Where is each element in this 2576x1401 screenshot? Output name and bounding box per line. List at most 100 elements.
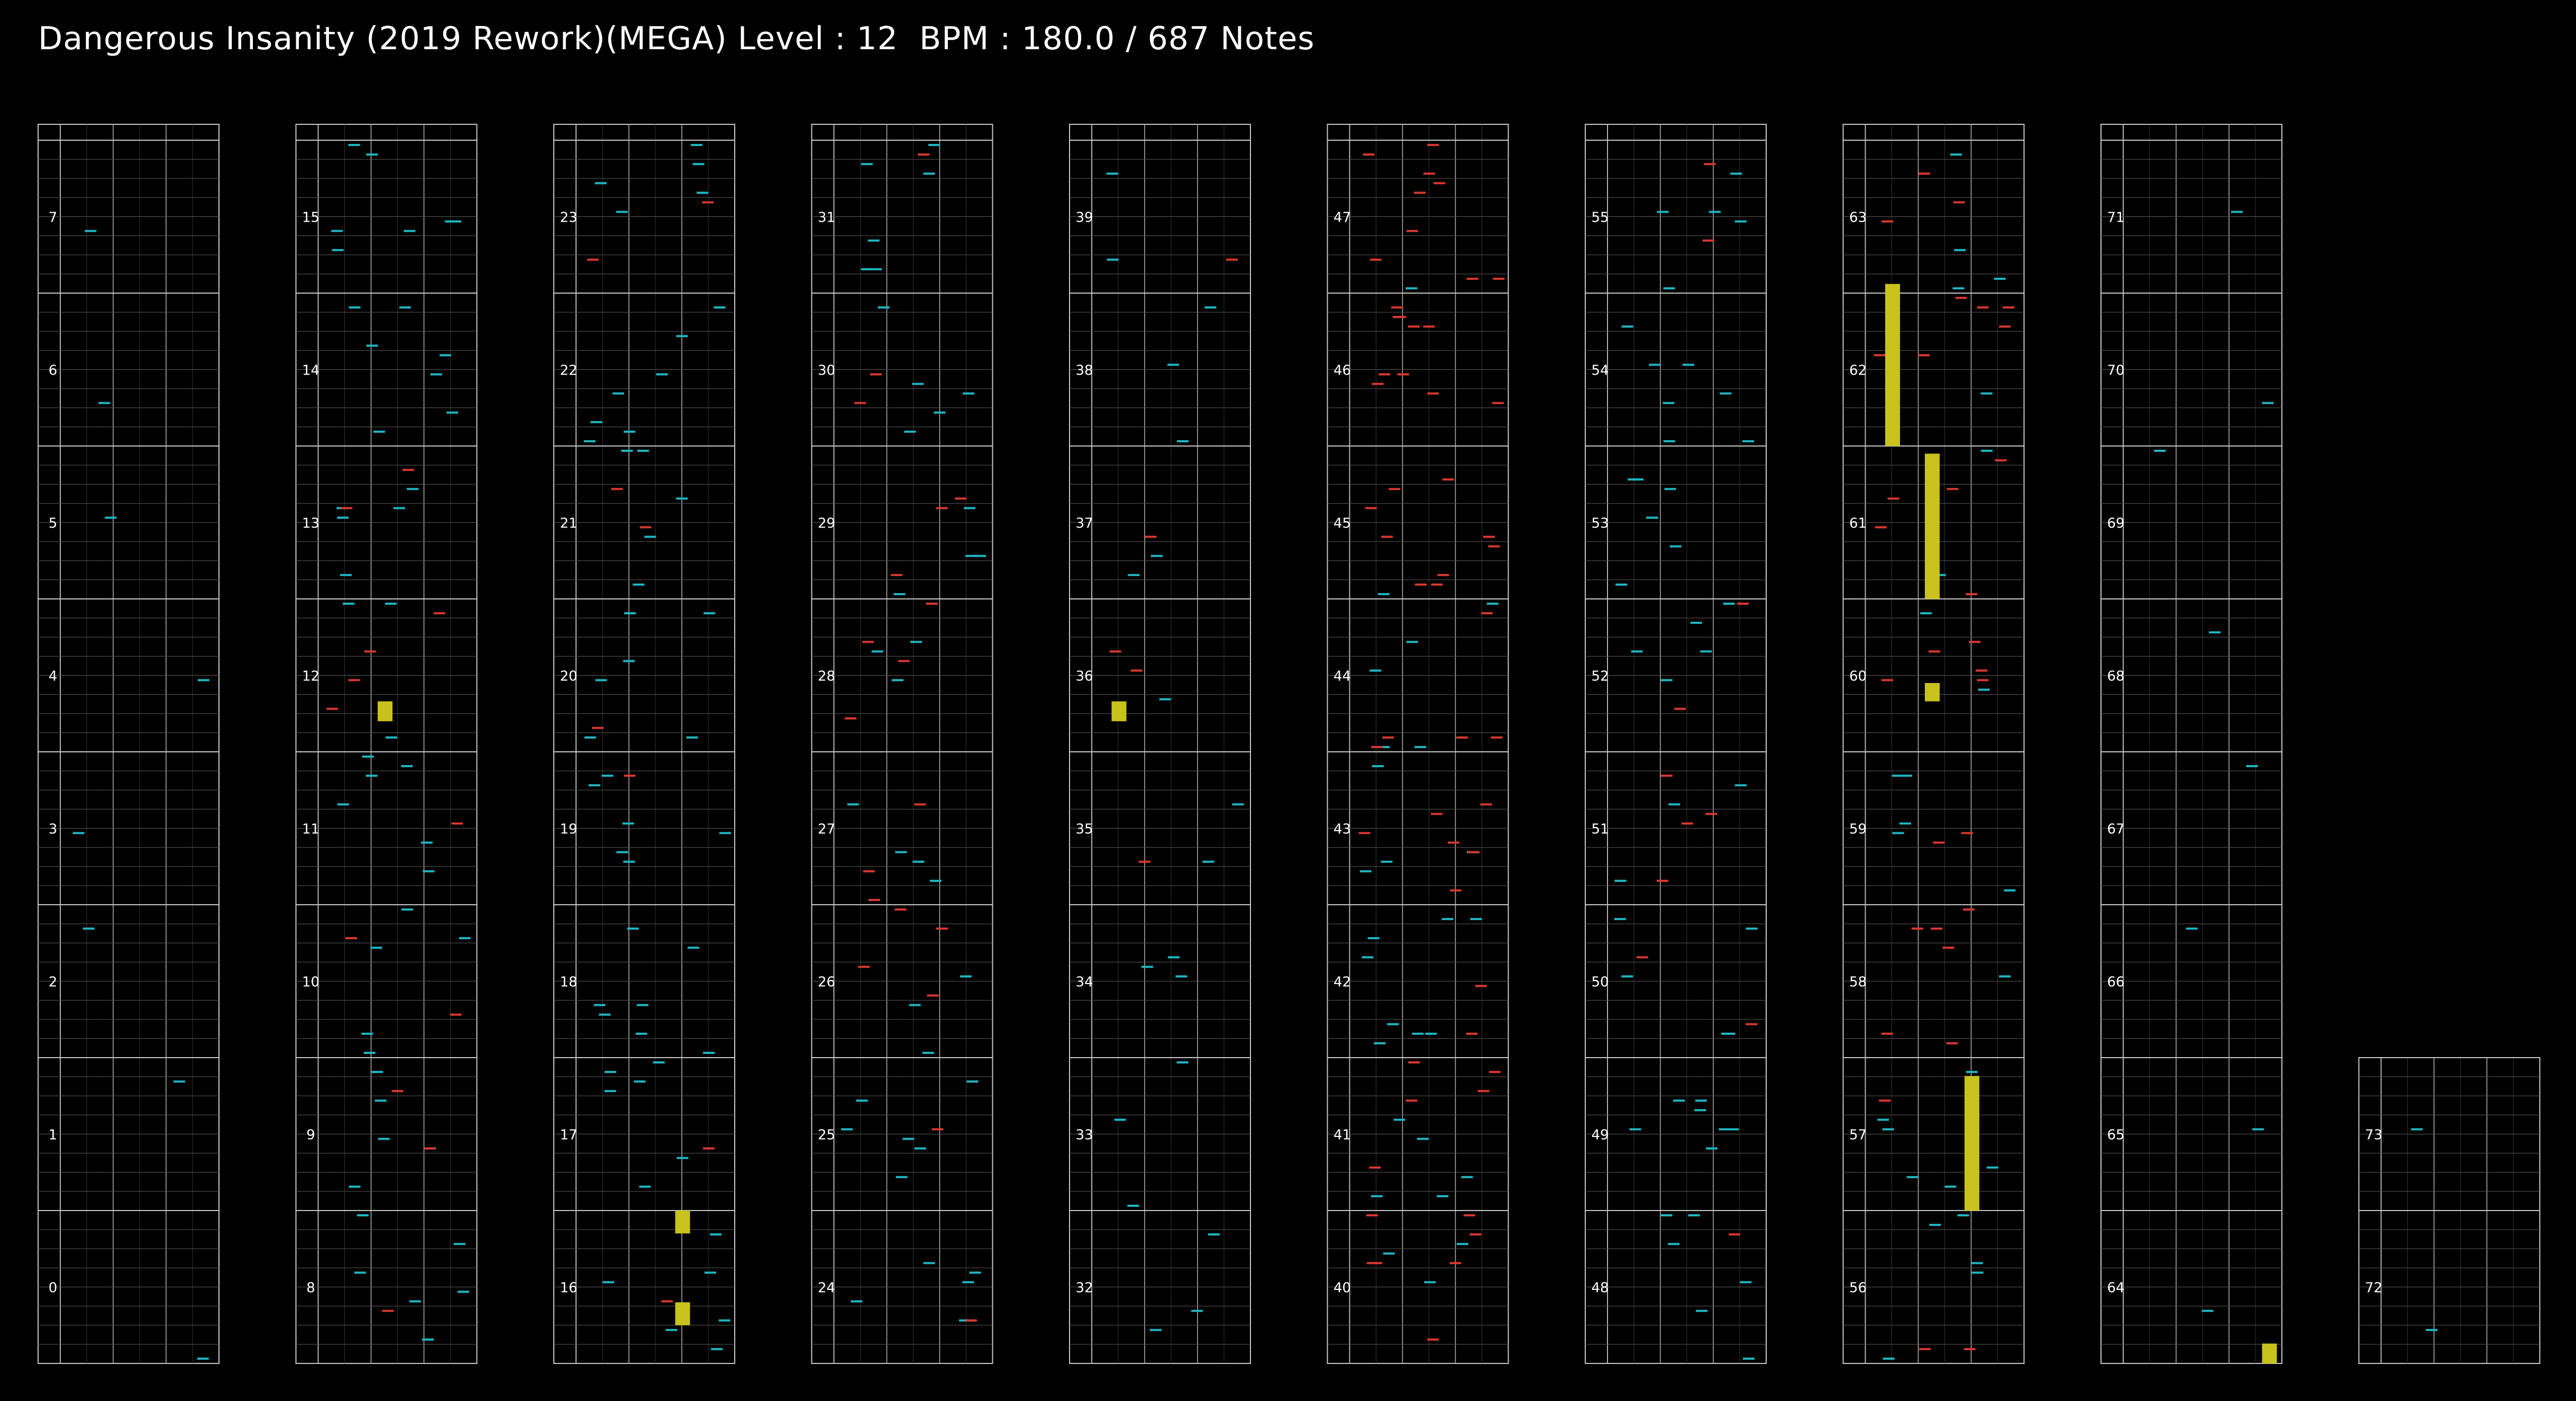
flick-note <box>1999 325 2011 328</box>
measure-number-label: 46 <box>1333 363 1351 379</box>
tap-note <box>969 1271 981 1274</box>
measure-number-label: 56 <box>1849 1280 1867 1296</box>
measure-number-label: 9 <box>306 1127 315 1143</box>
flick-note <box>1414 192 1426 194</box>
tap-note <box>711 1348 723 1350</box>
tap-note <box>1668 803 1680 806</box>
tap-note <box>362 756 374 758</box>
flick-note <box>1737 603 1749 605</box>
measure-number-label: 13 <box>302 516 319 532</box>
tap-note <box>966 1080 979 1083</box>
tap-note <box>371 1071 383 1074</box>
flick-note <box>1437 574 1449 576</box>
tap-note <box>349 1185 361 1188</box>
tap-note <box>1414 745 1427 748</box>
flick-note <box>1729 1233 1741 1236</box>
tap-note <box>1128 574 1140 576</box>
tap-note <box>964 507 976 510</box>
measure-number-label: 25 <box>818 1127 835 1143</box>
tap-note <box>1232 803 1244 806</box>
flick-note <box>1363 153 1375 156</box>
tap-note <box>604 1090 616 1093</box>
chart-column-frame <box>1327 124 1509 1364</box>
tap-note <box>373 430 385 433</box>
tap-note <box>1883 1357 1895 1360</box>
tap-note <box>366 153 378 156</box>
flick-note <box>1704 163 1716 166</box>
flick-note <box>1946 1042 1958 1044</box>
tap-note <box>2252 1128 2264 1131</box>
tap-note <box>677 1157 689 1159</box>
flick-note <box>868 898 880 901</box>
tap-note <box>1944 1185 1957 1188</box>
flick-note <box>341 507 353 510</box>
tap-note <box>349 306 361 309</box>
tap-note <box>719 832 731 834</box>
tap-note <box>366 344 378 347</box>
flick-note <box>1145 535 1157 538</box>
tap-note <box>616 211 628 213</box>
measure-number-label: 29 <box>818 516 835 532</box>
flick-note <box>1953 201 1965 204</box>
tap-note <box>922 1051 934 1054</box>
tap-note <box>340 574 352 576</box>
tap-note <box>851 1300 863 1303</box>
flick-note <box>1463 1214 1475 1217</box>
flick-note <box>611 488 623 490</box>
tap-note <box>374 1099 387 1102</box>
hold-note <box>1965 1076 1979 1211</box>
flick-note <box>1449 889 1461 891</box>
tap-note <box>1486 603 1499 605</box>
measure-number-label: 4 <box>49 669 58 685</box>
tap-note <box>337 516 349 519</box>
tap-note <box>1673 1099 1685 1102</box>
tap-note <box>1662 402 1675 404</box>
measure-number-label: 21 <box>560 516 577 532</box>
tap-note <box>1920 612 1932 615</box>
tap-note <box>687 947 699 949</box>
flick-note <box>1481 612 1493 615</box>
tap-note <box>714 306 726 309</box>
measure-number-label: 69 <box>2107 516 2124 532</box>
tap-note <box>599 1013 611 1016</box>
tap-note <box>588 784 600 787</box>
tap-note <box>590 421 602 423</box>
flick-note <box>1371 745 1383 748</box>
tap-note <box>624 612 636 615</box>
measure-number-label: 62 <box>1849 363 1867 379</box>
flick-note <box>1919 1348 1931 1350</box>
tap-note <box>1441 918 1454 921</box>
tap-note <box>399 306 411 309</box>
tap-note <box>197 679 209 681</box>
flick-note <box>1391 306 1403 309</box>
tap-note <box>1150 554 1163 557</box>
tap-note <box>1176 1061 1189 1064</box>
tap-note <box>1191 1309 1203 1312</box>
measure-number-label: 18 <box>560 975 577 990</box>
chart-column-frame <box>553 124 735 1364</box>
tap-note <box>393 507 405 510</box>
measure-number-label: 16 <box>560 1280 577 1296</box>
tap-note <box>1669 545 1682 548</box>
measure-number-label: 50 <box>1591 975 1609 990</box>
flick-note <box>894 908 907 911</box>
flick-note <box>1448 841 1460 844</box>
tap-note <box>1980 392 1993 395</box>
flick-note <box>1492 402 1504 404</box>
hold-note <box>2262 1343 2277 1363</box>
tap-note <box>1621 975 1633 978</box>
flick-note <box>1911 927 1923 930</box>
flick-note <box>1405 1099 1418 1102</box>
tap-note <box>604 1071 616 1074</box>
flick-note <box>391 1090 404 1093</box>
tap-note <box>1954 249 1966 251</box>
measure-number-label: 28 <box>818 669 835 685</box>
tap-note <box>173 1080 185 1083</box>
measure-number-label: 24 <box>818 1280 835 1296</box>
measure-number-label: 51 <box>1591 822 1609 838</box>
flick-note <box>931 1128 944 1131</box>
tap-note <box>331 230 343 232</box>
flick-note <box>433 612 445 615</box>
tap-note <box>1688 1214 1700 1217</box>
tap-note <box>1405 287 1418 289</box>
